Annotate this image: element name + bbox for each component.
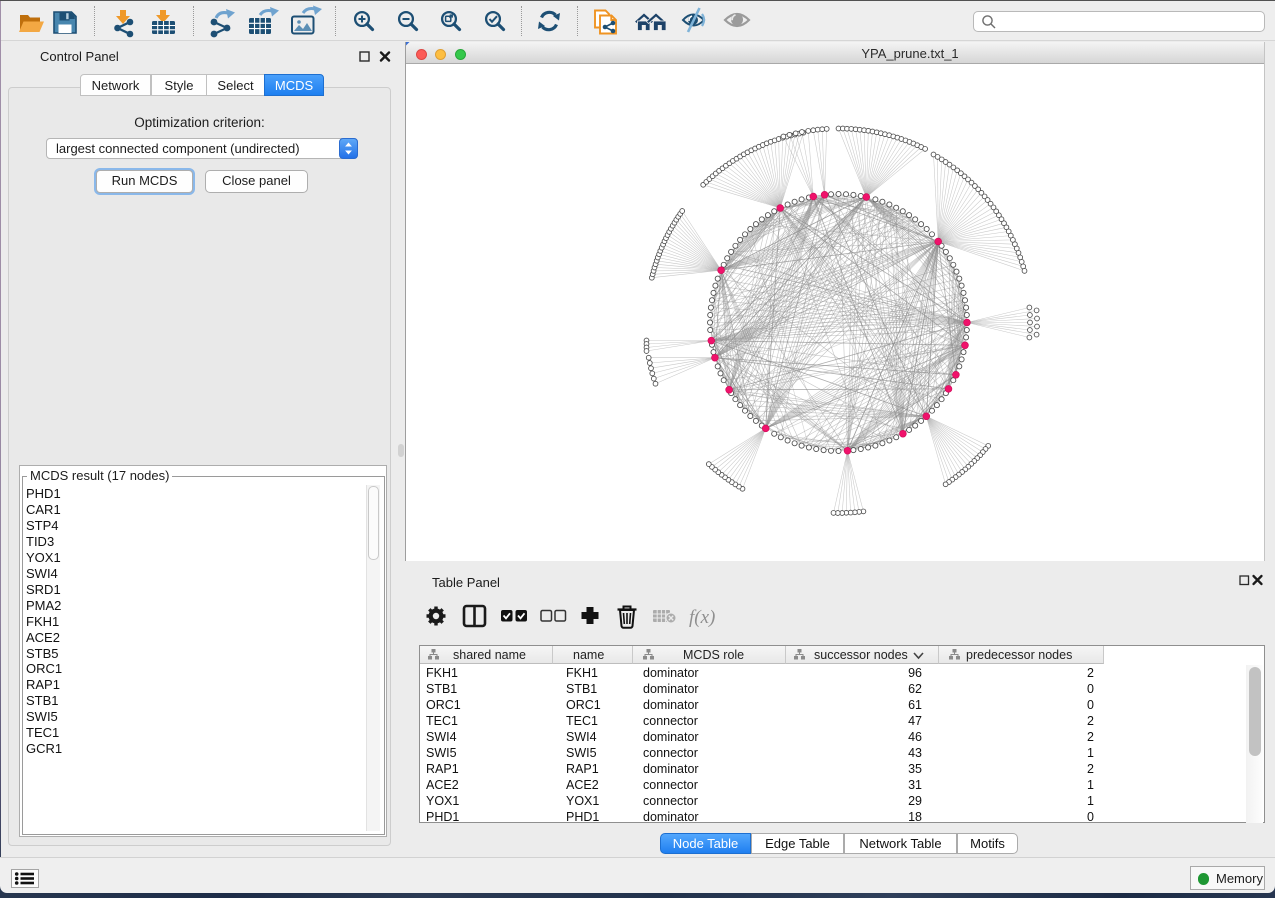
svg-text:f(x): f(x) xyxy=(689,607,715,628)
